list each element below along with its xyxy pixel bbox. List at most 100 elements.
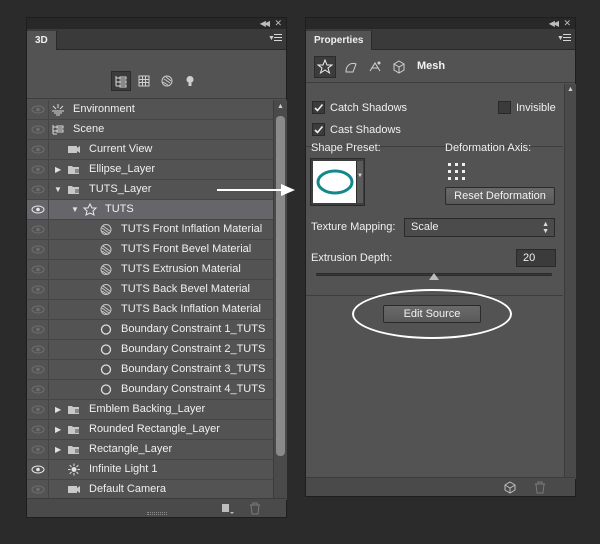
list-item-label: TUTS: [105, 203, 134, 215]
eye-icon: [31, 265, 44, 274]
list-item-boundary-constraint-4[interactable]: Boundary Constraint 4_TUTS: [27, 380, 273, 400]
visibility-toggle[interactable]: [27, 280, 49, 299]
list-item-front-inflation-material[interactable]: TUTS Front Inflation Material: [27, 220, 273, 240]
properties-scrollbar[interactable]: ▲: [564, 84, 576, 479]
visibility-toggle[interactable]: [27, 140, 49, 159]
eye-icon: [31, 305, 44, 314]
coordinates-button[interactable]: [388, 56, 410, 78]
render-button[interactable]: [502, 481, 518, 494]
visibility-toggle[interactable]: [27, 180, 49, 199]
reset-deformation-button[interactable]: Reset Deformation: [445, 187, 555, 205]
visibility-toggle[interactable]: [27, 300, 49, 319]
constraint-icon: [99, 323, 113, 336]
list-item-label: Ellipse_Layer: [89, 163, 156, 175]
catch-shadows-checkbox[interactable]: [312, 101, 325, 114]
list-item-scene[interactable]: Scene: [27, 120, 273, 140]
shape-preset-dropdown-arrow[interactable]: ▼: [356, 161, 363, 203]
visibility-toggle[interactable]: [27, 260, 49, 279]
visibility-toggle[interactable]: [27, 160, 49, 179]
collapse-triangle-icon[interactable]: ▼: [54, 185, 62, 194]
invisible-checkbox[interactable]: [498, 101, 511, 114]
list-item-emblem-backing-layer[interactable]: ▶ Emblem Backing_Layer: [27, 400, 273, 420]
list-item-back-bevel-material[interactable]: TUTS Back Bevel Material: [27, 280, 273, 300]
axis-grid-icon: [448, 163, 465, 180]
delete-button[interactable]: [532, 481, 548, 494]
folder-mesh-icon: [67, 423, 81, 436]
visibility-toggle[interactable]: [27, 380, 49, 399]
visibility-toggle[interactable]: [27, 480, 49, 499]
deform-button[interactable]: [340, 56, 362, 78]
panel-menu-icon[interactable]: ▼: [557, 33, 571, 43]
panel-menu-icon[interactable]: ▼: [268, 33, 282, 43]
mesh-properties-button[interactable]: [314, 56, 336, 78]
expand-triangle-icon[interactable]: ▶: [55, 165, 61, 174]
extrusion-depth-slider-thumb[interactable]: [429, 273, 439, 280]
collapse-panel-icon[interactable]: ◀◀: [549, 19, 559, 28]
checkmark-icon: [314, 125, 324, 134]
meshes-filter-button[interactable]: [134, 71, 154, 91]
visibility-toggle[interactable]: [27, 400, 49, 419]
visibility-toggle[interactable]: [27, 420, 49, 439]
list-item-rounded-rectangle-layer[interactable]: ▶ Rounded Rectangle_Layer: [27, 420, 273, 440]
mesh-filter-icon: [138, 75, 150, 87]
list-item-infinite-light-1[interactable]: Infinite Light 1: [27, 460, 273, 480]
list-item-label: Rectangle_Layer: [89, 443, 173, 455]
eye-icon: [31, 425, 44, 434]
visibility-toggle[interactable]: [27, 100, 49, 119]
delete-button[interactable]: [247, 502, 263, 515]
tab-3d[interactable]: 3D: [27, 31, 57, 50]
close-panel-icon[interactable]: ✕: [274, 18, 282, 28]
list-item-environment[interactable]: Environment: [27, 100, 273, 120]
visibility-toggle[interactable]: [27, 460, 49, 479]
list-item-extrusion-material[interactable]: TUTS Extrusion Material: [27, 260, 273, 280]
scene-list: Environment Scene Current View ▶ Ellipse…: [27, 100, 273, 500]
expand-triangle-icon[interactable]: ▶: [55, 405, 61, 414]
close-panel-icon[interactable]: ✕: [563, 18, 571, 28]
list-item-boundary-constraint-2[interactable]: Boundary Constraint 2_TUTS: [27, 340, 273, 360]
visibility-toggle[interactable]: [27, 200, 49, 219]
deformation-axis-grid[interactable]: [447, 162, 469, 182]
visibility-toggle[interactable]: [27, 340, 49, 359]
visibility-toggle[interactable]: [27, 240, 49, 259]
collapse-panel-icon[interactable]: ◀◀: [260, 19, 270, 28]
materials-filter-button[interactable]: [157, 71, 177, 91]
shape-preset-picker[interactable]: ▼: [310, 158, 365, 206]
visibility-toggle[interactable]: [27, 120, 49, 139]
environment-icon: [51, 103, 65, 116]
list-item-boundary-constraint-1[interactable]: Boundary Constraint 1_TUTS: [27, 320, 273, 340]
list-item-current-view[interactable]: Current View: [27, 140, 273, 160]
cap-button[interactable]: [364, 56, 386, 78]
extrusion-depth-input[interactable]: 20: [516, 249, 556, 267]
whole-scene-filter-button[interactable]: [111, 71, 131, 91]
scrollbar-thumb[interactable]: [276, 116, 285, 456]
invisible-label: Invisible: [516, 102, 556, 114]
list-item-boundary-constraint-3[interactable]: Boundary Constraint 3_TUTS: [27, 360, 273, 380]
cast-shadows-checkbox[interactable]: [312, 123, 325, 136]
scroll-up-icon[interactable]: ▲: [277, 103, 284, 110]
list-scrollbar[interactable]: ▲: [273, 100, 287, 500]
list-item-back-inflation-material[interactable]: TUTS Back Inflation Material: [27, 300, 273, 320]
visibility-toggle[interactable]: [27, 220, 49, 239]
list-item-label: Boundary Constraint 3_TUTS: [121, 363, 266, 375]
texture-mapping-select[interactable]: Scale ▲ ▼: [404, 218, 555, 237]
list-item-tuts[interactable]: ▼ TUTS: [27, 200, 273, 220]
expand-triangle-icon[interactable]: ▶: [55, 445, 61, 454]
list-item-default-camera[interactable]: Default Camera: [27, 480, 273, 500]
scroll-up-icon[interactable]: ▲: [567, 86, 574, 93]
list-item-front-bevel-material[interactable]: TUTS Front Bevel Material: [27, 240, 273, 260]
collapse-triangle-icon[interactable]: ▼: [71, 205, 79, 214]
visibility-toggle[interactable]: [27, 440, 49, 459]
list-item-rectangle-layer[interactable]: ▶ Rectangle_Layer: [27, 440, 273, 460]
resize-grip[interactable]: [146, 512, 167, 515]
list-item-ellipse-layer[interactable]: ▶ Ellipse_Layer: [27, 160, 273, 180]
add-new-object-button[interactable]: [219, 502, 235, 515]
expand-triangle-icon[interactable]: ▶: [55, 425, 61, 434]
lights-filter-button[interactable]: [180, 71, 200, 91]
visibility-toggle[interactable]: [27, 320, 49, 339]
list-item-label: TUTS Back Bevel Material: [121, 283, 250, 295]
trash-icon: [250, 502, 260, 515]
texture-mapping-label: Texture Mapping:: [311, 221, 396, 233]
tab-properties[interactable]: Properties: [306, 31, 373, 50]
eye-icon: [31, 465, 44, 474]
visibility-toggle[interactable]: [27, 360, 49, 379]
